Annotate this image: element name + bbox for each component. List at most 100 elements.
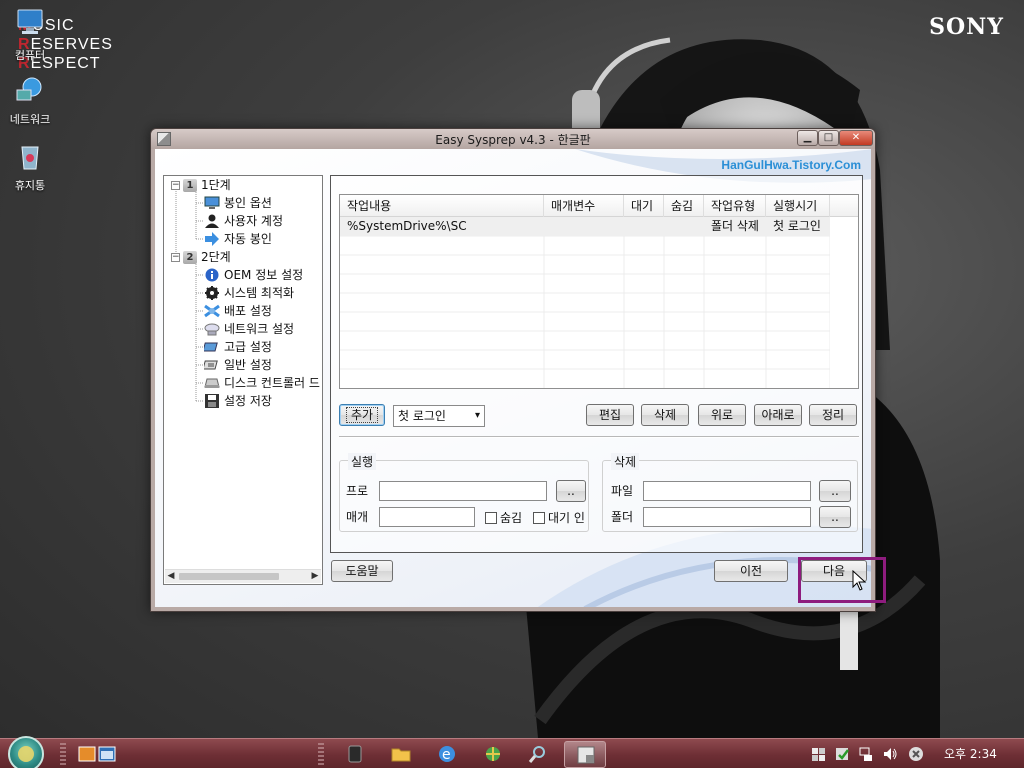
checkbox-box <box>533 511 545 524</box>
cell-hidden <box>664 217 704 236</box>
tree-item-deploy[interactable]: 배포 설정 <box>204 302 272 320</box>
quick-launch-orange-icon[interactable] <box>76 743 98 765</box>
network-icon <box>204 323 220 335</box>
toolbar-grip[interactable] <box>60 743 66 765</box>
shield-check-icon[interactable] <box>834 746 850 762</box>
column-header-wait[interactable]: 대기 <box>624 195 664 217</box>
program-label: 프로 <box>346 484 369 498</box>
tree-item-system-optimize[interactable]: 시스템 최적화 <box>204 284 294 302</box>
column-header-run-timing[interactable]: 실행시기 <box>766 195 830 217</box>
disk-icon <box>204 378 220 388</box>
tree-horizontal-scrollbar[interactable]: ◀ ▶ <box>165 569 321 583</box>
checkbox-box <box>485 511 497 524</box>
flag-icon[interactable] <box>810 746 826 762</box>
param-label: 매개 <box>346 510 369 524</box>
step-number-badge: 1 <box>183 179 197 192</box>
gear-icon <box>205 285 219 300</box>
toolbar-grip[interactable] <box>318 743 324 765</box>
quick-launch-window-icon[interactable] <box>96 743 118 765</box>
tree-item-auto-seal[interactable]: 자동 봉인 <box>204 230 272 248</box>
column-header-task[interactable]: 작업내용 <box>340 195 544 217</box>
speaker-icon[interactable] <box>882 746 898 762</box>
sort-button[interactable]: 정리 <box>809 404 857 426</box>
add-button[interactable]: 추가 <box>339 404 385 426</box>
close-circle-icon[interactable] <box>908 746 924 762</box>
prev-button[interactable]: 이전 <box>714 560 788 582</box>
desktop-icon-recycle-bin[interactable]: 휴지통 <box>0 142 60 193</box>
collapse-icon[interactable]: − <box>171 181 180 190</box>
desktop-icon-network[interactable]: 네트워크 <box>0 76 60 127</box>
file-browse-button[interactable]: .. <box>819 480 851 502</box>
column-header-params[interactable]: 매개변수 <box>544 195 624 217</box>
window-client-area: HanGulHwa.Tistory.Com − 1 1단계 봉인 옵션 사용자 … <box>155 149 871 607</box>
help-button[interactable]: 도움말 <box>331 560 393 582</box>
step-number-badge: 2 <box>183 251 197 264</box>
chevron-down-icon: ▾ <box>474 410 480 421</box>
minimize-button[interactable]: ▁ <box>797 130 818 146</box>
network-icon[interactable] <box>858 746 874 762</box>
hidden-checkbox[interactable]: 숨김 <box>485 510 522 526</box>
tree-step-2[interactable]: −2 2단계 <box>171 248 231 266</box>
cell-task: %SystemDrive%\SC <box>347 219 467 233</box>
taskbar: e 오후 2:34 <box>0 736 1024 768</box>
deploy-icon <box>204 304 220 317</box>
search-tool-icon[interactable] <box>527 743 549 765</box>
program-field[interactable] <box>379 481 547 501</box>
folder-field[interactable] <box>643 507 811 527</box>
file-label: 파일 <box>611 484 634 498</box>
move-down-button[interactable]: 아래로 <box>754 404 802 426</box>
task-list-header: 작업내용 매개변수 대기 숨김 작업유형 실행시기 <box>340 195 858 217</box>
taskbar-button-easy-sysprep[interactable] <box>564 741 606 768</box>
tree-item-network[interactable]: 네트워크 설정 <box>204 320 294 338</box>
title-bar[interactable]: Easy Sysprep v4.3 - 한글판 ▁ □ ✕ <box>151 129 875 149</box>
cell-run-timing: 첫 로그인 <box>773 219 821 233</box>
next-button-highlight <box>798 557 886 603</box>
shell-icon[interactable] <box>344 743 366 765</box>
cell-wait <box>624 217 664 236</box>
tree-step-1[interactable]: −1 1단계 <box>171 176 231 194</box>
task-panel: 작업내용 매개변수 대기 숨김 작업유형 실행시기 %SystemDrive%\… <box>330 175 863 553</box>
svg-text:e: e <box>442 747 451 763</box>
collapse-icon[interactable]: − <box>171 253 180 262</box>
task-list-grid <box>340 217 830 388</box>
run-timing-select[interactable]: 첫 로그인 ▾ <box>393 405 485 427</box>
app-icon <box>577 746 595 764</box>
scroll-thumb[interactable] <box>179 573 279 580</box>
column-header-task-type[interactable]: 작업유형 <box>704 195 766 217</box>
param-field[interactable] <box>379 507 475 527</box>
tree-item-seal-options[interactable]: 봉인 옵션 <box>204 194 272 212</box>
edit-button[interactable]: 편집 <box>586 404 634 426</box>
ie-icon[interactable]: e <box>436 743 458 765</box>
tree-item-save-settings[interactable]: 설정 저장 <box>204 392 272 410</box>
column-header-hidden[interactable]: 숨김 <box>664 195 704 217</box>
table-row[interactable]: %SystemDrive%\SC 폴더 삭제 첫 로그인 <box>340 217 830 236</box>
start-button[interactable] <box>8 736 44 768</box>
monitor-icon <box>204 196 220 209</box>
program-browse-button[interactable]: .. <box>556 480 586 502</box>
user-icon <box>205 214 219 228</box>
advanced-icon <box>204 342 218 351</box>
folder-icon[interactable] <box>390 743 412 765</box>
scroll-left-icon[interactable]: ◀ <box>165 570 177 583</box>
network-globe-icon[interactable] <box>482 743 504 765</box>
scroll-right-icon[interactable]: ▶ <box>309 570 321 583</box>
tree-item-user-account[interactable]: 사용자 계정 <box>204 212 283 230</box>
folder-browse-button[interactable]: .. <box>819 506 851 528</box>
tree-item-general[interactable]: 일반 설정 <box>204 356 272 374</box>
clock[interactable]: 오후 2:34 <box>944 739 997 768</box>
windows-logo-icon <box>18 746 34 762</box>
close-button[interactable]: ✕ <box>839 130 873 146</box>
computer-icon <box>17 9 43 34</box>
tree-item-disk-controller[interactable]: 디스크 컨트롤러 드 <box>204 374 320 392</box>
tree-item-oem-info[interactable]: OEM 정보 설정 <box>204 266 303 284</box>
desktop-icon-computer[interactable]: 컴퓨터 <box>0 8 60 63</box>
wait-checkbox[interactable]: 대기 인 <box>533 510 585 526</box>
task-list[interactable]: 작업내용 매개변수 대기 숨김 작업유형 실행시기 %SystemDrive%\… <box>339 194 859 389</box>
delete-button[interactable]: 삭제 <box>641 404 689 426</box>
site-link[interactable]: HanGulHwa.Tistory.Com <box>721 158 861 172</box>
move-up-button[interactable]: 위로 <box>698 404 746 426</box>
maximize-button[interactable]: □ <box>818 130 839 146</box>
file-field[interactable] <box>643 481 811 501</box>
tree-item-advanced[interactable]: 고급 설정 <box>204 338 272 356</box>
window-title: Easy Sysprep v4.3 - 한글판 <box>435 133 591 147</box>
